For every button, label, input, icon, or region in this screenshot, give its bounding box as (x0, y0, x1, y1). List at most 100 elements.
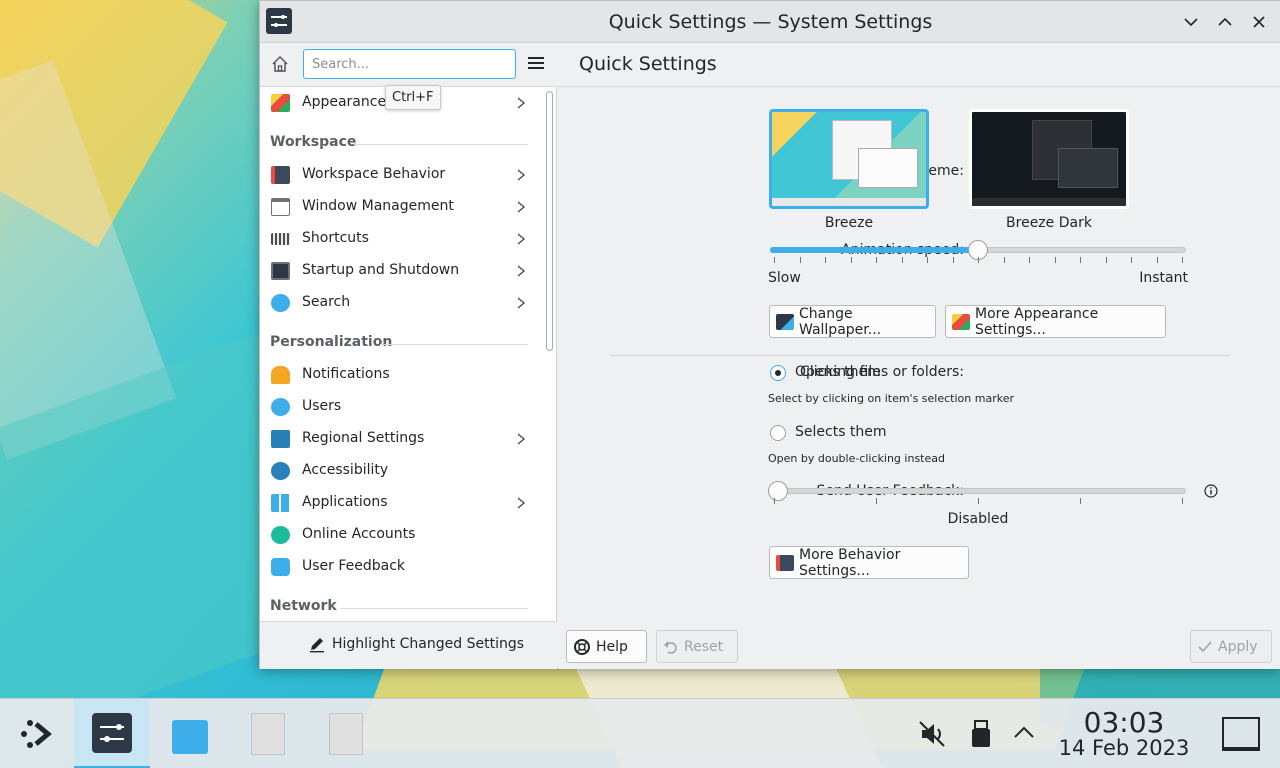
slider-tick (901, 257, 903, 263)
slider-tick (876, 498, 877, 504)
sidebar-item-label: Workspace Behavior (302, 166, 446, 182)
highlight-changed-settings-button[interactable]: Highlight Changed Settings (308, 635, 524, 653)
slider-tick (876, 257, 877, 263)
application-launcher-button[interactable] (0, 699, 76, 768)
taskbar-item-file[interactable] (308, 699, 384, 768)
volume-muted-button[interactable] (918, 719, 948, 753)
slider-tick (825, 257, 826, 263)
selects-them-radio[interactable] (770, 425, 786, 441)
section-header-workspace: Workspace (270, 134, 357, 150)
checkmark-icon (1198, 640, 1212, 652)
sidebar-item-label: Search (302, 294, 351, 310)
removable-device-button[interactable] (970, 719, 992, 753)
chevron-up-icon (1014, 726, 1034, 738)
show-desktop-button[interactable] (1222, 717, 1260, 751)
slider-tick (1182, 498, 1183, 504)
more-appearance-settings-label: More Appearance Settings... (975, 305, 1099, 338)
minimize-button[interactable] (1180, 11, 1202, 33)
more-behavior-settings-button[interactable]: More Behavior Settings... (769, 546, 969, 579)
sidebar-item-users[interactable]: Users (260, 391, 540, 423)
volume-muted-icon (919, 721, 945, 747)
change-wallpaper-button[interactable]: Change Wallpaper... (769, 305, 936, 338)
sidebar-item-notifications[interactable]: Notifications (260, 359, 540, 391)
sidebar-item-search[interactable]: Search (260, 287, 540, 319)
apply-button[interactable]: Apply (1190, 630, 1272, 663)
search-icon (271, 294, 290, 312)
sidebar-item-label: User Feedback (302, 558, 406, 574)
info-icon[interactable] (1204, 484, 1218, 498)
slider-tick (1080, 257, 1081, 263)
taskbar-item-system-settings[interactable] (74, 699, 150, 768)
taskbar-item-discover[interactable] (152, 699, 228, 768)
home-icon (272, 56, 288, 72)
hamburger-menu-button[interactable] (528, 55, 546, 73)
search-input[interactable] (303, 49, 516, 79)
appearance-icon (271, 94, 290, 112)
online-accounts-icon (271, 526, 290, 544)
theme-breeze-thumbnail[interactable] (769, 109, 929, 209)
sidebar-scrollbar[interactable] (546, 91, 553, 351)
feedback-track[interactable] (770, 488, 1186, 494)
more-appearance-settings-button[interactable]: More Appearance Settings... (945, 305, 1166, 338)
theme-breeze-dark-name: Breeze Dark (1006, 215, 1092, 231)
sidebar-item-regional-settings[interactable]: Regional Settings (260, 423, 540, 455)
taskbar-item-file[interactable] (230, 699, 306, 768)
opens-them-label: Opens them (795, 364, 881, 380)
reset-button[interactable]: Reset (656, 630, 738, 663)
discover-bag-icon (172, 720, 208, 754)
sidebar-item-accessibility[interactable]: Accessibility (260, 455, 540, 487)
system-settings-window: Quick Settings — System Settings Ctrl+F … (259, 0, 1280, 669)
section-divider (340, 608, 528, 609)
appearance-icon (952, 313, 970, 330)
chevron-up-icon (1218, 17, 1232, 26)
file-icon (251, 713, 285, 755)
sidebar: Ctrl+F Appearance Workspace Workspace Be… (260, 43, 557, 669)
clock-date[interactable]: 14 Feb 2023 (1050, 736, 1198, 760)
window-title: Quick Settings — System Settings (608, 11, 933, 33)
sidebar-item-applications[interactable]: Applications (260, 487, 540, 519)
keyboard-icon (271, 233, 290, 245)
slider-tick (927, 257, 928, 263)
slider-tick (1029, 257, 1030, 263)
opens-them-radio[interactable] (770, 365, 786, 381)
chevron-down-icon (1184, 18, 1198, 27)
titlebar[interactable]: Quick Settings — System Settings (260, 1, 1280, 43)
chevron-right-icon (517, 201, 526, 213)
sidebar-item-label: Startup and Shutdown (302, 262, 460, 278)
help-lifebuoy-icon (574, 638, 590, 655)
slider-tick (1156, 257, 1158, 263)
maximize-button[interactable] (1214, 11, 1236, 33)
sidebar-item-startup-shutdown[interactable]: Startup and Shutdown (260, 255, 540, 287)
opens-them-hint: Select by clicking on item's selection m… (768, 392, 1014, 405)
show-hidden-icons-button[interactable] (1012, 723, 1036, 747)
accessibility-icon (271, 462, 290, 480)
sidebar-header (260, 43, 557, 87)
theme-breeze-dark-thumbnail[interactable] (969, 109, 1129, 209)
slider-tick (978, 257, 979, 263)
sidebar-item-label: Notifications (302, 366, 390, 382)
slider-tick (952, 257, 954, 263)
system-settings-icon (92, 712, 132, 753)
feedback-value-label: Disabled (947, 511, 1009, 527)
sidebar-item-label: Appearance (302, 94, 387, 110)
close-button[interactable] (1248, 11, 1270, 33)
workspace-behavior-icon (271, 166, 290, 184)
sidebar-item-online-accounts[interactable]: Online Accounts (260, 519, 540, 551)
chevron-right-icon (517, 97, 526, 109)
home-button[interactable] (270, 54, 292, 76)
slider-tick (799, 257, 801, 263)
animation-slow-label: Slow (768, 270, 801, 286)
feedback-handle[interactable] (768, 481, 788, 501)
clock-time[interactable]: 03:03 (1060, 706, 1188, 739)
sidebar-item-label: Accessibility (302, 462, 389, 478)
slider-tick (1182, 257, 1183, 263)
chevron-right-icon (517, 265, 526, 277)
sidebar-item-window-management[interactable]: Window Management (260, 191, 540, 223)
help-button[interactable]: Help (566, 630, 647, 663)
sidebar-item-workspace-behavior[interactable]: Workspace Behavior (260, 159, 540, 191)
sidebar-item-shortcuts[interactable]: Shortcuts (260, 223, 540, 255)
bell-icon (271, 366, 290, 384)
slider-tick (1003, 257, 1005, 263)
sidebar-item-user-feedback[interactable]: User Feedback (260, 551, 540, 583)
kde-launcher-icon (21, 720, 52, 748)
